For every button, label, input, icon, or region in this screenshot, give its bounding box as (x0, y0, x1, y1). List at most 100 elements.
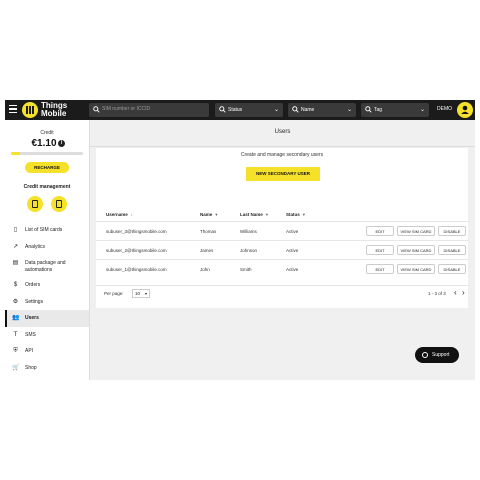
sidebar-item-data-package[interactable]: ▤ Data package and automations (5, 255, 89, 277)
hamburger-menu-icon[interactable] (9, 105, 17, 114)
search-placeholder: SIM number or ICCID (102, 106, 151, 112)
page-title: Users (274, 129, 291, 135)
tag-filter-label: Tag (374, 107, 383, 113)
support-button[interactable]: Support (415, 347, 459, 363)
sidebar-item-label: Settings (25, 298, 44, 305)
edit-button[interactable]: EDIT (366, 264, 394, 274)
dollar-icon: $ (13, 282, 18, 288)
data-package-icon: ▤ (12, 260, 19, 266)
tag-filter-dropdown[interactable]: Tag ⌄ (361, 103, 429, 117)
new-secondary-user-button[interactable]: NEW SECONDARY USER (246, 167, 320, 181)
next-page-icon[interactable]: › (462, 288, 465, 297)
credit-progress-fill (11, 152, 20, 155)
search-input[interactable]: SIM number or ICCID (89, 103, 209, 117)
disable-button[interactable]: DISABLE (438, 264, 466, 274)
credit-management-label: Credit management (23, 184, 71, 190)
sidebar-item-settings[interactable]: ⚙ Settings (5, 294, 89, 311)
cell-status: Active (286, 229, 299, 234)
page-subtitle: Create and manage secondary users (240, 152, 324, 158)
cell-name: Thomas (200, 229, 217, 234)
cell-username: subuser_3@thingsmobile.com (106, 229, 167, 234)
sidebar-item-label: List of SIM cards (25, 227, 63, 233)
users-icon: 👥 (12, 315, 20, 321)
sidebar-item-sms[interactable]: T SMS (5, 327, 89, 344)
sidebar-item-label: Orders (25, 282, 41, 288)
cell-name: John (200, 267, 210, 272)
chevron-down-icon: ⌄ (273, 107, 279, 113)
per-page-label: Per page: (104, 291, 124, 296)
avatar[interactable] (457, 102, 473, 118)
sidebar-item-orders[interactable]: $ Orders (5, 277, 89, 294)
sim-card-icon (32, 200, 38, 208)
edit-button[interactable]: EDIT (366, 245, 394, 255)
top-bar: Things Mobile SIM number or ICCID Status… (5, 100, 475, 120)
sidebar-item-analytics[interactable]: ↗ Analytics (5, 239, 89, 256)
disable-button[interactable]: DISABLE (438, 226, 466, 236)
logo-text: Things Mobile (41, 101, 68, 118)
sidebar-item-shop[interactable]: 🛒 Shop (5, 360, 89, 377)
sim-credit-button[interactable] (27, 196, 43, 212)
sidebar-item-api[interactable]: ⛨ API (5, 343, 89, 360)
chevron-down-icon: ⌄ (346, 107, 352, 113)
per-page-select[interactable]: 10 ▾ (132, 289, 150, 298)
column-header-name[interactable]: Name ▾ (200, 212, 218, 218)
analytics-icon: ↗ (12, 243, 19, 250)
divider (90, 146, 475, 147)
filter-icon: ▾ (265, 212, 269, 217)
name-filter-dropdown[interactable]: Name ⌄ (288, 103, 356, 117)
app-window: Things Mobile SIM number or ICCID Status… (5, 100, 475, 380)
cell-last-name: Johnson (240, 248, 258, 253)
sidebar-item-label: Data package and automations (25, 260, 66, 273)
filter-icon: ▾ (302, 212, 306, 217)
column-header-status[interactable]: Status ▾ (286, 212, 305, 218)
sidebar-item-label: Shop (25, 364, 37, 371)
sms-icon: T (13, 331, 18, 338)
chat-bubble-icon (422, 352, 428, 358)
filter-icon: ▾ (215, 212, 218, 217)
cart-icon: 🛒 (12, 364, 20, 371)
sort-arrow-icon: ↓ (130, 212, 134, 217)
main-content: Users Create and manage secondary users … (90, 120, 475, 380)
status-filter-dropdown[interactable]: Status ⌄ (215, 103, 283, 117)
info-icon[interactable]: i (58, 140, 65, 147)
table-row: subuser_2@thingsmobile.com James Johnson… (96, 240, 468, 260)
sidebar-item-label: Users (25, 315, 39, 321)
credit-progress-bar (11, 152, 83, 155)
name-filter-label: Name (301, 107, 315, 113)
view-sim-card-button[interactable]: VIEW SIM CARD (397, 245, 435, 255)
table-header: Username ↓ Name ▾ Last Name ▾ Status ▾ (96, 209, 468, 220)
sim-card-icon (56, 200, 62, 208)
cell-username: subuser_1@thingsmobile.com (106, 267, 167, 272)
search-icon (219, 106, 226, 113)
sidebar-item-label: API (25, 348, 34, 354)
search-icon (93, 106, 100, 113)
gear-icon: ⚙ (12, 298, 19, 305)
previous-page-icon[interactable]: ‹ (454, 288, 457, 297)
cell-status: Active (286, 248, 299, 253)
view-sim-card-button[interactable]: VIEW SIM CARD (397, 226, 435, 236)
chevron-down-icon: ⌄ (419, 107, 425, 113)
status-filter-label: Status (228, 107, 243, 113)
sim-credit-auto-button[interactable] (51, 196, 67, 212)
edit-button[interactable]: EDIT (366, 226, 394, 236)
sidebar-item-sim-cards[interactable]: ▯ List of SIM cards (5, 222, 89, 239)
sidebar-nav: ▯ List of SIM cards ↗ Analytics ▤ Data p… (5, 222, 89, 376)
sidebar-item-label: Analytics (25, 243, 46, 250)
account-label[interactable]: DEMO (437, 106, 452, 112)
recharge-button[interactable]: RECHARGE (25, 162, 69, 173)
sidebar-item-label: SMS (25, 331, 36, 338)
cell-last-name: Williams (240, 229, 257, 234)
cell-name: James (200, 248, 214, 253)
support-label: Support (432, 352, 450, 358)
view-sim-card-button[interactable]: VIEW SIM CARD (397, 264, 435, 274)
column-header-username[interactable]: Username ↓ (106, 212, 133, 217)
column-header-last-name[interactable]: Last Name ▾ (240, 212, 268, 218)
api-shield-icon: ⛨ (13, 348, 18, 354)
search-icon (292, 106, 299, 113)
cell-status: Active (286, 267, 299, 272)
sidebar-item-users[interactable]: 👥 Users (5, 310, 89, 327)
sim-card-icon: ▯ (13, 227, 18, 233)
credit-value: €1.10 (31, 138, 57, 149)
disable-button[interactable]: DISABLE (438, 245, 466, 255)
things-mobile-logo (22, 102, 38, 118)
